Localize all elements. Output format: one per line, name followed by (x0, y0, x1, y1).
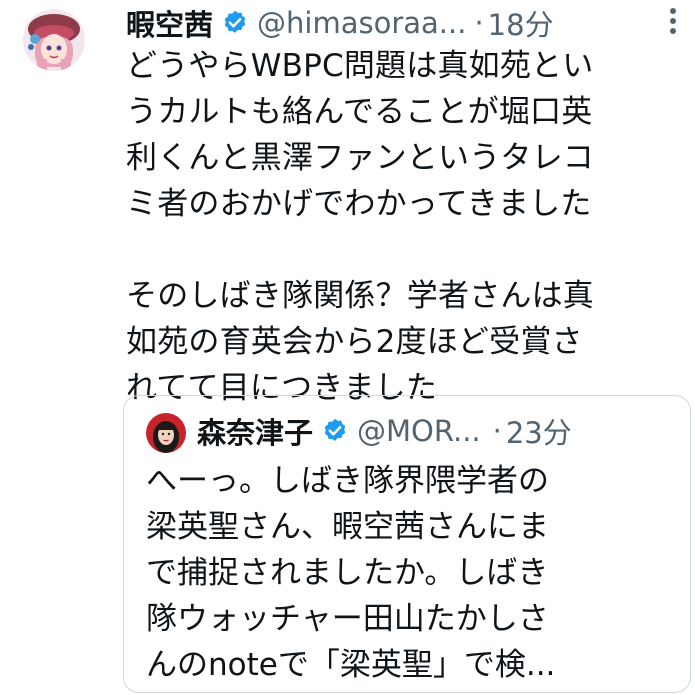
quoted-tweet-header: 森奈津子 @MOR... · 23分 (197, 410, 572, 452)
tweet-text-line: うカルトも絡んでることが堀口英 (126, 94, 593, 130)
author-display-name[interactable]: 暇空茜 (126, 2, 213, 44)
quoted-tweet-timestamp[interactable]: 23分 (506, 410, 572, 452)
tweet-text-line: どうやらWBPC問題は真如苑とい (126, 48, 594, 84)
quoted-tweet-text: へーっ。しばき隊界隈学者の 梁英聖さん、暇空茜さんにま で捕捉されましたか。しばき隊… (146, 458, 676, 688)
quoted-text-line: 隊ウォッチャー田山たかしさ (146, 601, 549, 637)
quoted-author-display-name[interactable]: 森奈津子 (197, 410, 313, 452)
quoted-text-line: へーっ。しばき隊界隈学者の (146, 463, 549, 499)
verified-badge-icon (321, 417, 349, 445)
quoted-author-handle[interactable]: @MOR... (357, 414, 481, 448)
quoted-text-line: んのnoteで「梁英聖」で検... (146, 647, 556, 683)
author-handle[interactable]: @himasoraa... (257, 6, 466, 40)
tweet-text: どうやらWBPC問題は真如苑とい うカルトも絡んでることが堀口英 利くんと黒澤ファン… (126, 43, 691, 411)
tweet-text-line: 如苑の育英会から2度ほど受賞さ (126, 324, 583, 360)
tweet-text-line: ミ者のおかげでわかってきました (126, 186, 592, 222)
tweet-text-line: 利くんと黒澤ファンというタレコ (126, 140, 594, 176)
tweet-text-line: そのしばき隊関係？学者さんは真 (126, 278, 594, 314)
more-options-icon[interactable] (659, 4, 687, 38)
separator-dot: · (492, 414, 502, 448)
quoted-tweet[interactable]: 森奈津子 @MOR... · 23分 へーっ。しばき隊界隈学者の 梁英聖さん、暇空… (123, 395, 691, 693)
quoted-author-avatar[interactable] (146, 413, 186, 453)
author-avatar[interactable] (23, 9, 85, 71)
quoted-text-line: で捕捉されましたか。しばき (146, 555, 549, 591)
quoted-text-line: 梁英聖さん、暇空茜さんにま (146, 509, 549, 545)
tweet-timestamp[interactable]: 18分 (488, 2, 554, 44)
tweet-header: 暇空茜 @himasoraa... · 18分 (126, 3, 554, 43)
tweet[interactable]: 暇空茜 @himasoraa... · 18分 どうやらWBPC問題は真如苑とい… (0, 0, 695, 695)
tweet-text-blank-line (126, 227, 691, 273)
verified-badge-icon (221, 9, 249, 37)
separator-dot: · (474, 6, 484, 40)
